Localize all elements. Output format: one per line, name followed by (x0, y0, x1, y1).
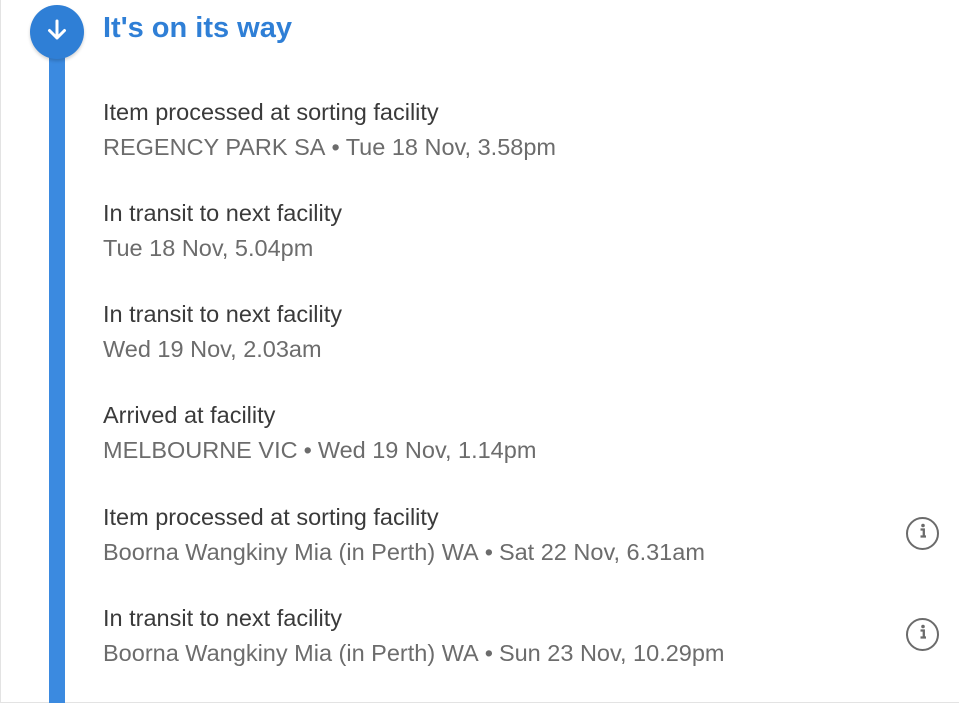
event-datetime: Tue 18 Nov, 5.04pm (103, 235, 314, 261)
event-datetime: Tue 18 Nov, 3.58pm (345, 134, 556, 160)
tracking-event: Item processed at sorting facility REGEN… (103, 97, 556, 162)
event-location: Boorna Wangkiny Mia (in Perth) WA (103, 640, 479, 666)
event-separator: • (484, 640, 493, 666)
event-location: MELBOURNE VIC (103, 437, 298, 463)
event-datetime: Wed 19 Nov, 1.14pm (317, 437, 537, 463)
tracking-event: Arrived at facility MELBOURNE VIC • Wed 19… (103, 400, 536, 465)
event-title: Item processed at sorting facility (103, 504, 439, 530)
timeline-line (49, 30, 65, 703)
event-location: REGENCY PARK SA (103, 134, 326, 160)
tracking-event: In transit to next facility Boorna Wangk… (103, 603, 725, 668)
arrow-down-icon (45, 18, 69, 47)
event-detail: MELBOURNE VIC • Wed 19 Nov, 1.14pm (103, 435, 536, 465)
tracking-event: Item processed at sorting facility Boorn… (103, 502, 705, 567)
event-detail: Boorna Wangkiny Mia (in Perth) WA • Sun 23… (103, 638, 725, 668)
event-datetime: Wed 19 Nov, 2.03am (103, 336, 322, 362)
event-detail: Wed 19 Nov, 2.03am (103, 334, 342, 364)
event-title: Arrived at facility (103, 402, 276, 428)
event-detail: Tue 18 Nov, 5.04pm (103, 233, 342, 263)
status-title: It's on its way (103, 12, 292, 44)
event-title: In transit to next facility (103, 605, 343, 631)
event-datetime: Sun 23 Nov, 10.29pm (498, 640, 725, 666)
event-detail: Boorna Wangkiny Mia (in Perth) WA • Sat 22… (103, 537, 705, 567)
event-separator: • (303, 437, 312, 463)
info-icon (913, 521, 933, 546)
event-detail: REGENCY PARK SA • Tue 18 Nov, 3.58pm (103, 132, 556, 162)
tracking-panel: It's on its way Item processed at sortin… (0, 0, 959, 703)
event-location: Boorna Wangkiny Mia (in Perth) WA (103, 539, 479, 565)
event-separator: • (331, 134, 340, 160)
event-datetime: Sat 22 Nov, 6.31am (498, 539, 705, 565)
status-indicator (30, 5, 84, 59)
info-button[interactable] (906, 618, 939, 651)
tracking-event: In transit to next facility Wed 19 Nov, … (103, 299, 342, 364)
info-icon (913, 622, 933, 647)
event-title: Item processed at sorting facility (103, 99, 439, 125)
event-separator: • (484, 539, 493, 565)
event-title: In transit to next facility (103, 200, 343, 226)
tracking-event: In transit to next facility Tue 18 Nov, … (103, 198, 342, 263)
info-button[interactable] (906, 517, 939, 550)
event-title: In transit to next facility (103, 301, 343, 327)
